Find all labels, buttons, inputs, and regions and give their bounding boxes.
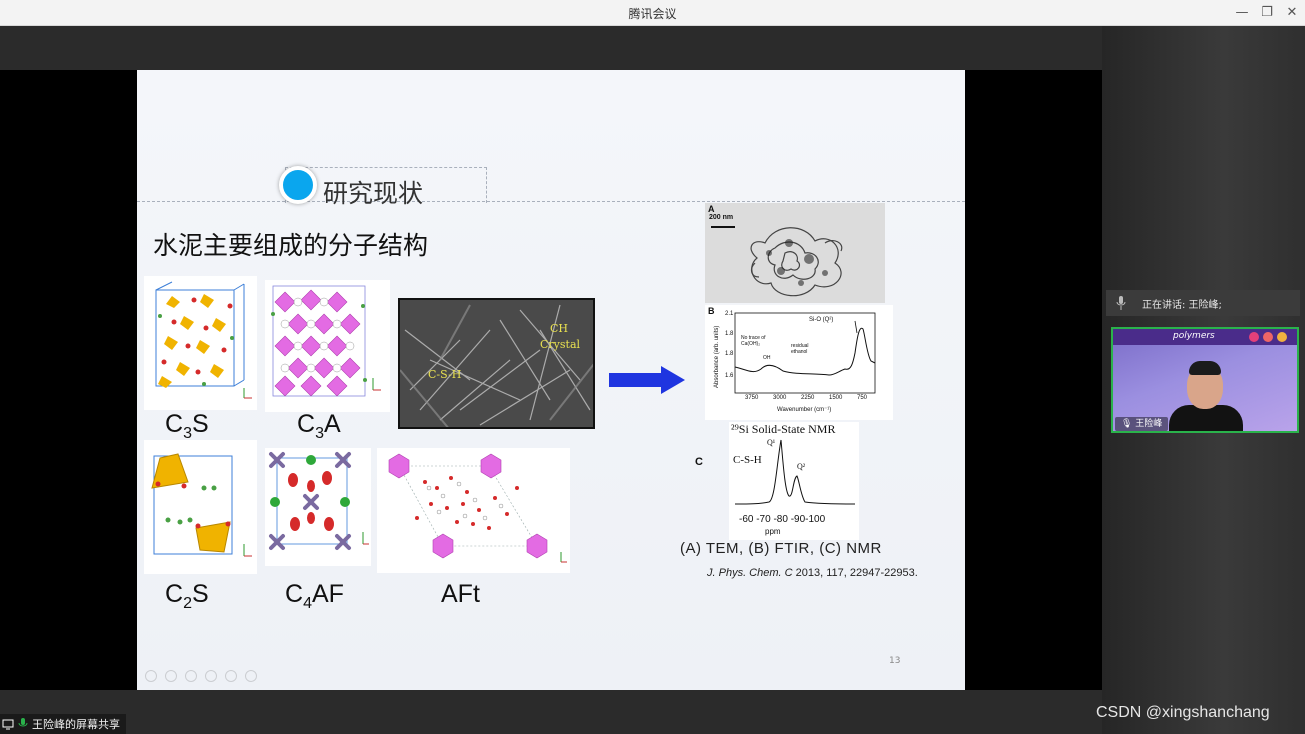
ftir-annotation: Si-O (Q²) [809,317,834,323]
c2s-structure-image [144,440,257,574]
meeting-window: 腾讯会议 — ❐ ✕ 研究现状 水泥主要组成的分子结构 C3S C3A CH C… [0,0,1305,734]
panel-a-label: A [708,204,715,214]
c3a-label: C3A [297,410,341,442]
banner-logo-icon [1263,332,1273,342]
sem-micrograph-image: CH Crystal C-S-H [398,298,595,429]
participant-hair [1189,361,1221,375]
ftir-x-tick: 750 [857,395,868,401]
restore-button[interactable]: ❐ [1257,3,1277,23]
banner-logo-icon [1277,332,1287,342]
ftir-x-tick: 3000 [773,395,787,401]
nmr-title: ²⁹Si Solid-State NMR [731,422,836,436]
c3s-label: C3S [165,410,209,442]
section-bullet-icon [279,166,317,204]
nmr-q2-label: Q² [797,462,806,471]
participant-body [1169,405,1243,431]
pen-icon[interactable] [185,670,197,682]
right-arrow-icon [609,366,685,394]
ftir-annotation: No trace of Ca(OH)₂ [741,335,766,347]
close-button[interactable]: ✕ [1282,3,1302,23]
nmr-csh-label: C-S-H [733,454,762,466]
window-title: 腾讯会议 [628,7,677,21]
presentation-slide: 研究现状 水泥主要组成的分子结构 C3S C3A CH Crystal C-S-… [137,70,965,690]
grid-icon[interactable] [205,670,217,682]
watermark: CSDN @xingshanchang [1096,704,1270,721]
ftir-x-axis-label: Wavenumber (cm⁻¹) [777,407,832,413]
microphone-icon [1116,296,1126,310]
sem-ch-label: CH [550,322,569,335]
video-banner-text: polymers [1173,331,1215,341]
minimize-button[interactable]: — [1232,3,1252,23]
ftir-annotation: OH [763,355,771,361]
screen-share-label: 王险峰的屏幕共享 [32,718,120,731]
participant-video-tile[interactable]: polymers 🎙 王险峰 [1111,327,1299,433]
ftir-spectrum-image: B Absorbance (arb. units) 2.1 1.8 1.8 1.… [705,305,893,420]
figure-caption: (A) TEM, (B) FTIR, (C) NMR [680,540,882,557]
aft-label: AFt [441,580,480,608]
panel-c-label: C [695,456,703,468]
share-bottom-strip [0,690,1102,734]
aft-structure-image [377,448,570,573]
screen-share-indicator[interactable]: 王险峰的屏幕共享 [0,714,126,734]
c4af-label: C4AF [285,580,344,612]
slide-nav-tools[interactable] [145,670,257,682]
ftir-y-tick: 1.8 [725,351,734,357]
zoom-icon[interactable] [225,670,237,682]
ftir-x-tick: 2250 [801,395,815,401]
ftir-y-tick: 2.1 [725,311,734,317]
ftir-y-tick: 1.8 [725,331,734,337]
section-title: 研究现状 [323,179,424,208]
tem-image: A 200 nm [705,203,885,303]
ftir-y-axis-label: Absorbance (arb. units) [714,325,720,388]
ftir-x-tick: 1500 [829,395,843,401]
c3s-structure-image [144,276,257,410]
screen-share-icon [2,719,14,730]
c3a-structure-image [265,280,390,412]
slide-heading: 水泥主要组成的分子结构 [153,231,429,260]
sem-crystal-label: Crystal [540,338,581,351]
ftir-annotation: residual ethanol [791,343,809,355]
nmr-x-unit: ppm [765,527,781,536]
participant-name-tag: 🎙 王险峰 [1115,417,1169,431]
ftir-x-tick: 3750 [745,395,759,401]
header-divider [137,201,965,202]
c4af-structure-image [265,448,371,566]
share-top-strip [0,26,1102,70]
title-bar: 腾讯会议 — ❐ ✕ [0,0,1305,26]
banner-logo-icon [1249,332,1259,342]
c2s-label: C2S [165,580,209,612]
microphone-icon [18,718,28,727]
more-icon[interactable] [245,670,257,682]
prev-slide-icon[interactable] [145,670,157,682]
nmr-spectrum-image: ²⁹Si Solid-State NMR C-S-H Q¹ Q² -60 -70… [729,422,859,540]
sem-csh-label: C-S-H [428,368,462,381]
slide-page-number: 13 [889,656,901,666]
nmr-x-ticks: -60 -70 -80 -90-100 [739,514,826,525]
speaking-label: 正在讲话: 王险峰; [1142,300,1222,311]
nmr-q1-label: Q¹ [767,438,776,447]
figure-citation: J. Phys. Chem. C 2013, 117, 22947-22953. [707,567,918,579]
speaking-indicator: 正在讲话: 王险峰; [1106,290,1300,316]
ftir-y-tick: 1.6 [725,373,734,379]
next-slide-icon[interactable] [165,670,177,682]
tem-scale-label: 200 nm [709,214,734,221]
